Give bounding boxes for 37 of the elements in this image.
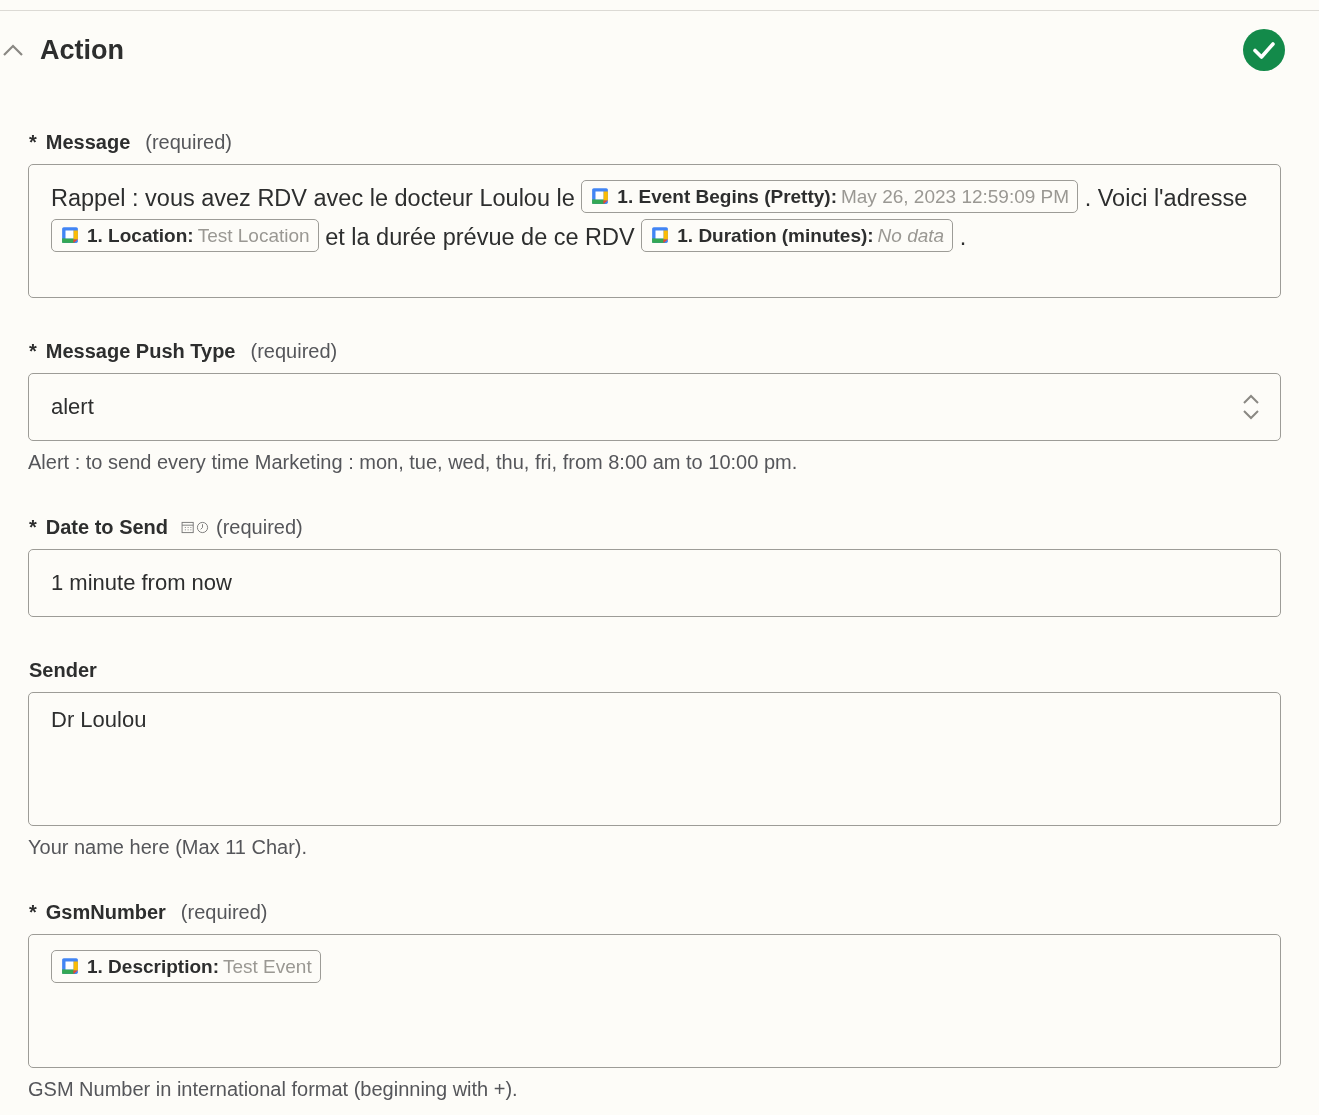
required-note: (required) [145,131,232,154]
mapped-data-pill[interactable]: 1. Location: Test Location [51,218,319,252]
message-text: et la durée prévue de ce RDV [325,224,635,250]
calendar-app-icon [61,226,79,244]
calendar-app-icon [61,957,79,975]
required-note: (required) [250,340,338,363]
help-text: Your name here (Max 11 Char). [28,836,309,859]
message-text: l'adresse [1153,185,1248,211]
mapped-data-pill[interactable]: 1. Event Begins (Pretty): May 26, 2023 12:59:09 PM [581,179,1079,213]
mapped-data-pill[interactable]: 1. Duration (minutes): No data [641,218,954,252]
required-note: (required) [180,901,268,924]
help-text: Alert : to send every time Marketing : mon, tue, wed, thu, fri, from 8:00 am to 10:00 pm. [28,451,799,474]
calendar-app-icon [591,187,610,205]
up-down-chevron-icon [1242,393,1260,421]
message-text: Rappel : vous avez RDV avec le docteur Loulou le [51,185,575,211]
field-label: Message Push Type [45,340,236,363]
mapped-data-pill[interactable]: 1. Description: Test Event [51,949,321,983]
required-asterisk: * [29,901,37,924]
message-text: . Voici [1084,185,1148,211]
required-asterisk: * [29,340,37,363]
field-label: Date to Send [45,516,169,539]
push-type-select[interactable]: alert [28,373,1281,441]
field-label: GsmNumber [45,901,166,924]
field-label: Sender [29,659,97,682]
mapped-input-field[interactable] [28,164,1281,298]
mapped-input-field[interactable]: 1. Description: Test Event [28,934,1281,1068]
help-text: GSM Number in international format (beginning with +). [28,1078,519,1101]
field-label: Message [45,131,131,154]
text-area-field[interactable]: Dr Loulou [28,692,1281,826]
required-asterisk: * [29,131,37,154]
text-input-field[interactable]: 1 minute from now [28,549,1281,617]
required-note: (required) [216,516,303,539]
message-text: . [959,224,967,250]
collapse-chevron-icon[interactable] [2,43,24,57]
calendar-app-icon [651,226,670,244]
section-title: Action [40,34,125,66]
required-asterisk: * [29,516,37,539]
